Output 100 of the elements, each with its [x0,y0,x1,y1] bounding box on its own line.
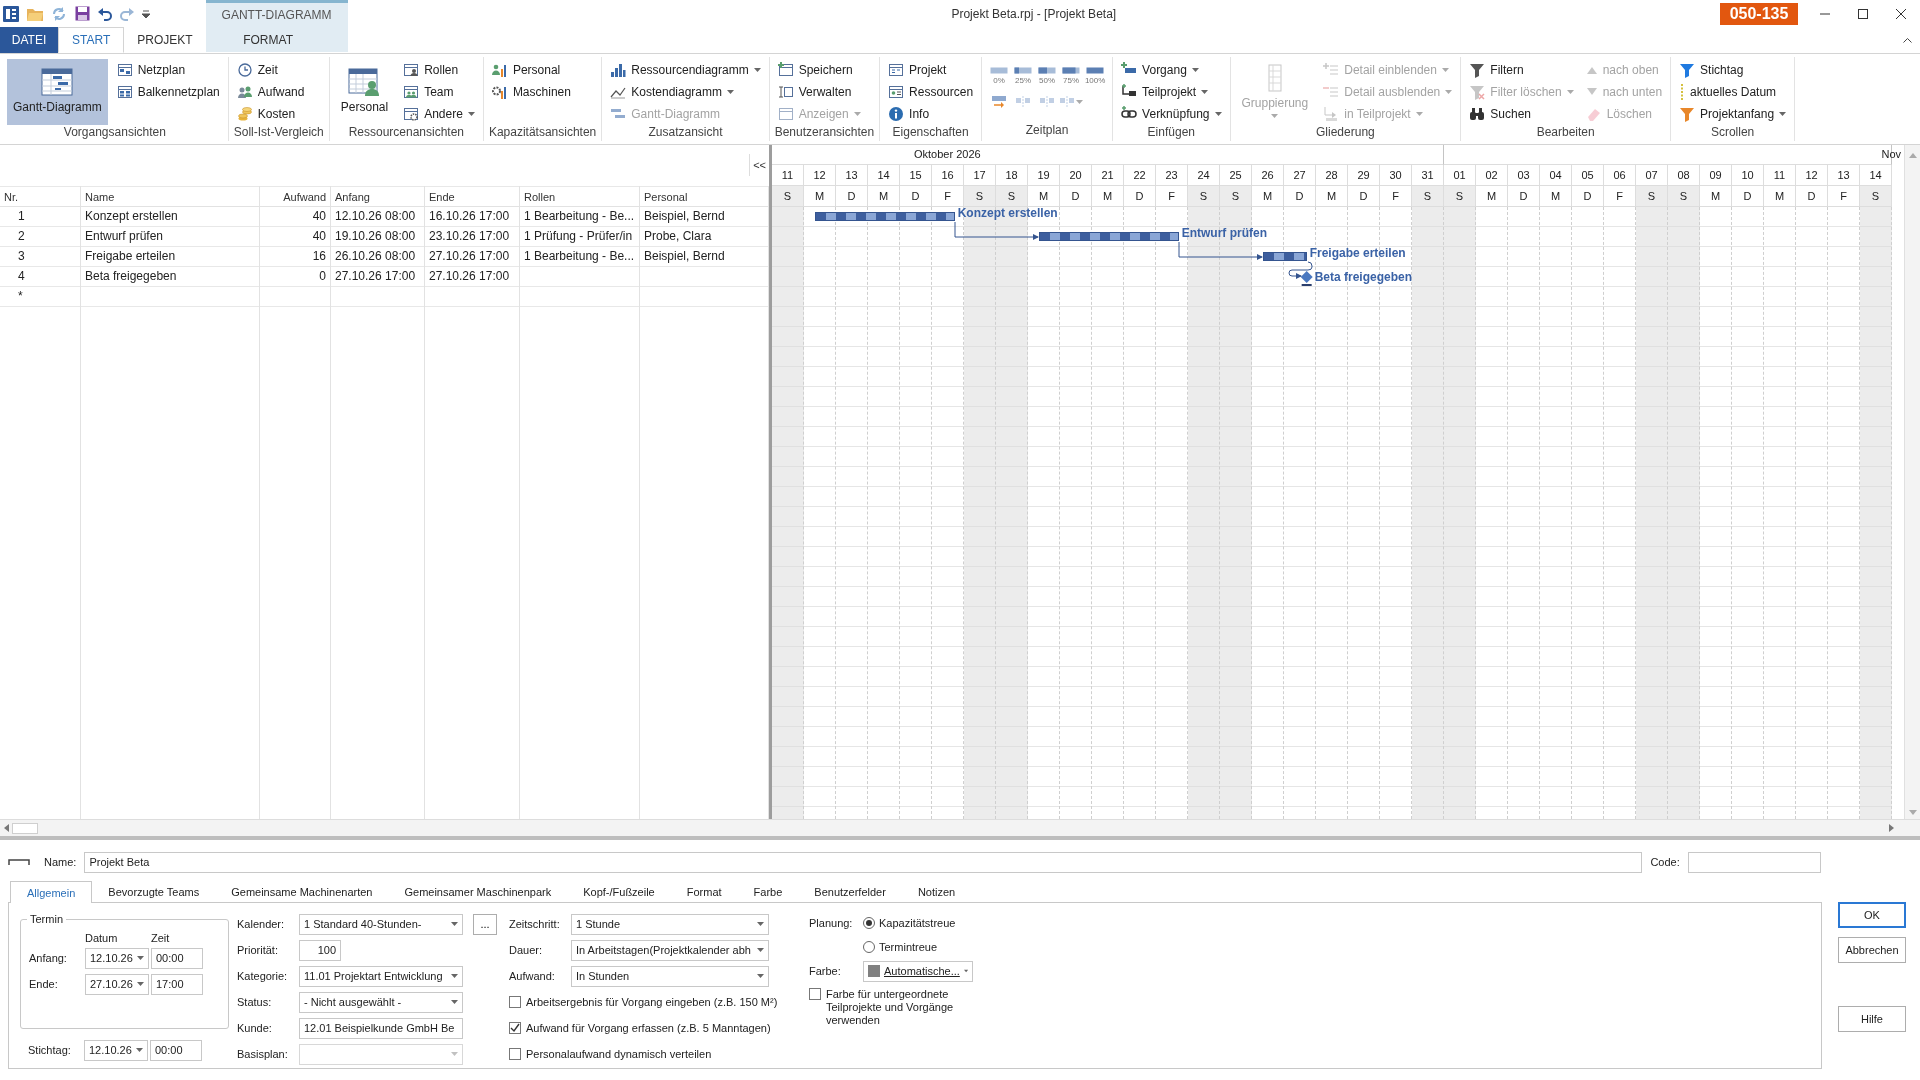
ribbon-button[interactable]: Vorgang [1118,59,1225,81]
dropdown-field[interactable]: 1 Standard 40-Stunden- [299,913,463,935]
time-field[interactable]: 00:00 [151,947,203,969]
dialog-button[interactable]: Abbrechen [1838,937,1906,963]
checkbox[interactable]: Personalaufwand dynamisch verteilen [509,1043,712,1065]
column-header[interactable]: Aufwand [260,186,330,207]
ribbon-button[interactable]: 75% [1059,59,1084,91]
collapse-button[interactable]: << [749,154,769,176]
form-tab[interactable]: Notizen [901,881,972,902]
ribbon-button[interactable]: Gantt-Diagramm [7,59,108,125]
ribbon-button[interactable]: Personal [334,59,395,125]
ribbon-button[interactable]: Netzplan [113,59,223,81]
dropdown-field[interactable]: - Nicht ausgewählt - [299,991,463,1013]
column-header[interactable]: Rollen [520,186,639,207]
close-icon[interactable] [1896,8,1906,19]
checkbox[interactable]: Arbeitsergebnis für Vorgang eingeben (z.B. 150 M²) [509,991,778,1013]
column-header[interactable]: Anfang [331,186,424,207]
milestone-marker[interactable] [1300,271,1313,286]
code-field[interactable] [1687,851,1821,873]
date-field[interactable]: 12.10.26 [85,947,149,969]
ribbon-button[interactable]: Zeit [233,59,308,81]
color-dropdown[interactable]: Automatische... [863,960,973,982]
column-header[interactable]: Name [81,186,259,207]
scrollbar-thumb[interactable] [12,822,38,834]
refresh-icon[interactable] [51,5,67,22]
scroll-down-icon[interactable] [1908,810,1917,815]
ribbon-button[interactable]: Maschinen [488,81,574,103]
task-label: Freigabe erteilen [1309,246,1406,260]
ribbon-button[interactable]: 0% [987,59,1012,91]
ribbon-button[interactable]: Projektanfang [1676,103,1790,125]
time-field[interactable]: 17:00 [151,973,203,995]
form-tab[interactable]: Kopf-/Fußzeile [567,881,671,902]
undo-icon[interactable] [98,6,112,21]
checkbox[interactable]: Farbe für untergeordnete Teilprojekte und Vorgänge verwenden [809,988,959,1027]
ribbon-tab[interactable]: DATEI [0,27,58,53]
ribbon-tab[interactable]: START [58,27,125,53]
ribbon-button[interactable]: Ressourcen [885,81,977,103]
folder-icon[interactable] [27,6,43,21]
date-field[interactable]: 27.10.26 [85,973,149,995]
ribbon-button[interactable]: 50% [1035,59,1060,91]
radio-button[interactable]: Termintreue [863,941,1063,953]
collapse-ribbon-icon[interactable] [1903,36,1912,43]
save-icon[interactable] [75,6,90,21]
ribbon-button[interactable]: 25% [1011,59,1036,91]
ribbon-button[interactable]: aktuelles Datum [1676,81,1790,103]
scroll-right-icon[interactable] [1889,824,1894,832]
ribbon-button[interactable]: Verknüpfung [1118,103,1225,125]
dropdown-field[interactable]: In Stunden [571,965,769,987]
dialog-button[interactable]: OK [1838,902,1906,928]
ribbon-button[interactable]: Info [885,103,977,125]
ribbon-tab[interactable]: FORMAT [205,27,331,53]
dropdown-field[interactable]: 1 Stunde [571,913,769,935]
ribbon-button[interactable]: Ressourcendiagramm [607,59,764,81]
number-field[interactable]: 100 [299,939,341,961]
ribbon-tab[interactable]: PROJEKT [124,27,206,53]
form-tab[interactable]: Farbe [737,881,799,902]
column-header[interactable]: Ende [425,186,519,207]
dropdown-field[interactable]: 12.01 Beispielkunde GmbH Be [299,1017,463,1039]
checkbox[interactable]: Aufwand für Vorgang erfassen (z.B. 5 Manntagen) [509,1017,771,1039]
time-field[interactable]: 00:00 [150,1039,202,1061]
ribbon-button[interactable]: Projekt [885,59,977,81]
form-tab[interactable]: Bevorzugte Teams [92,881,216,902]
dialog-button[interactable]: Hilfe [1838,1006,1906,1032]
app-logo-icon[interactable] [3,5,19,22]
ribbon-button[interactable]: 100% [1083,59,1108,91]
ribbon-button[interactable]: Team [400,81,478,103]
ribbon-button[interactable]: Filtern [1466,59,1577,81]
column-header[interactable]: Nr. [0,186,80,207]
task-bar[interactable] [814,212,955,221]
ribbon-button[interactable]: Verwalten [774,81,864,103]
ribbon-button[interactable]: Aufwand [233,81,308,103]
ribbon-button[interactable]: Rollen [400,59,478,81]
task-bar[interactable] [1262,252,1307,261]
ribbon-button[interactable]: Personal [488,59,574,81]
ribbon-button[interactable]: Kostendiagramm [607,81,764,103]
radio-button[interactable]: Kapazitätstreue [863,917,1063,929]
form-tab[interactable]: Gemeinsame Machinenarten [215,881,389,902]
name-field[interactable]: Projekt Beta [84,851,1643,873]
form-tab[interactable]: Gemeinsamer Maschinenpark [388,881,568,902]
ribbon-button[interactable]: Balkennetzplan [113,81,223,103]
column-header[interactable]: Personal [640,186,768,207]
dropdown-field[interactable]: 11.01 Projektart Entwicklung [299,965,463,987]
dropdown-field[interactable]: In Arbeitstagen(Projektkalender abh [571,939,769,961]
ribbon-button[interactable]: Teilprojekt [1118,81,1225,103]
customize-icon[interactable] [142,9,150,18]
ribbon-button[interactable]: Speichern [774,59,864,81]
form-tab[interactable]: Format [670,881,738,902]
scroll-left-icon[interactable] [4,824,9,832]
ribbon-button[interactable]: Kosten [233,103,308,125]
task-bar[interactable] [1038,232,1179,241]
form-tab[interactable]: Allgemein [10,881,93,903]
form-tab[interactable]: Benutzerfelder [798,881,902,902]
date-field[interactable]: 12.10.26 [84,1039,148,1061]
ribbon-button[interactable]: Stichtag [1676,59,1790,81]
ribbon-button[interactable]: Andere [400,103,478,125]
redo-icon[interactable] [120,6,134,21]
scroll-up-icon[interactable] [1908,153,1917,158]
browse-button[interactable]: ... [473,913,497,935]
maximize-icon[interactable] [1858,8,1868,19]
ribbon-button[interactable]: Suchen [1466,103,1577,125]
